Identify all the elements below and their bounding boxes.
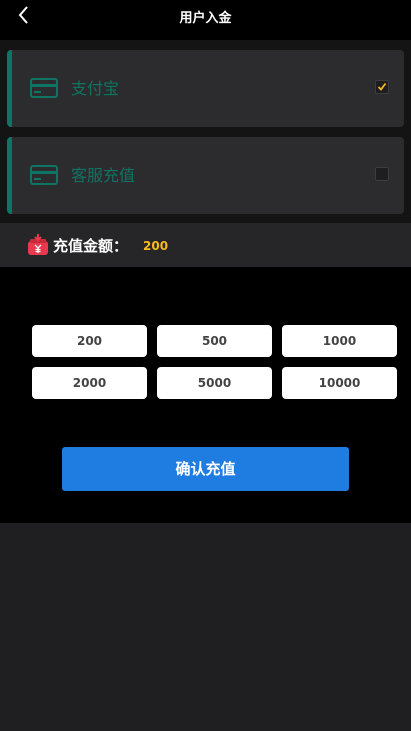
preset-amount-button[interactable]: 10000 <box>282 367 397 399</box>
preset-amount-panel: 200 500 1000 2000 5000 10000 确认充值 <box>0 267 411 523</box>
payment-checkbox[interactable] <box>375 167 389 181</box>
payment-option-alipay[interactable]: 支付宝 <box>7 50 404 127</box>
preset-amount-button[interactable]: 1000 <box>282 325 397 357</box>
page-title: 用户入金 <box>179 11 232 26</box>
red-wallet-yen-icon <box>28 234 48 255</box>
payment-option-customer-service[interactable]: 客服充值 <box>7 137 404 214</box>
payment-method-list: 支付宝 客服充值 <box>0 40 411 223</box>
check-icon <box>377 82 387 91</box>
payment-option-label: 支付宝 <box>71 79 120 98</box>
confirm-recharge-button[interactable]: 确认充值 <box>62 447 349 491</box>
payment-option-label: 客服充值 <box>71 166 136 185</box>
payment-checkbox[interactable] <box>375 80 389 94</box>
preset-amount-button[interactable]: 500 <box>157 325 272 357</box>
amount-label: 充值金额： <box>53 237 129 255</box>
preset-amount-button[interactable]: 200 <box>32 325 147 357</box>
amount-row: 充值金额： 200 <box>0 223 411 267</box>
preset-amount-button[interactable]: 2000 <box>32 367 147 399</box>
credit-card-icon <box>30 78 58 98</box>
credit-card-icon <box>30 165 58 185</box>
amount-value: 200 <box>143 239 169 253</box>
top-bar: 用户入金 <box>0 0 411 40</box>
preset-amount-button[interactable]: 5000 <box>157 367 272 399</box>
